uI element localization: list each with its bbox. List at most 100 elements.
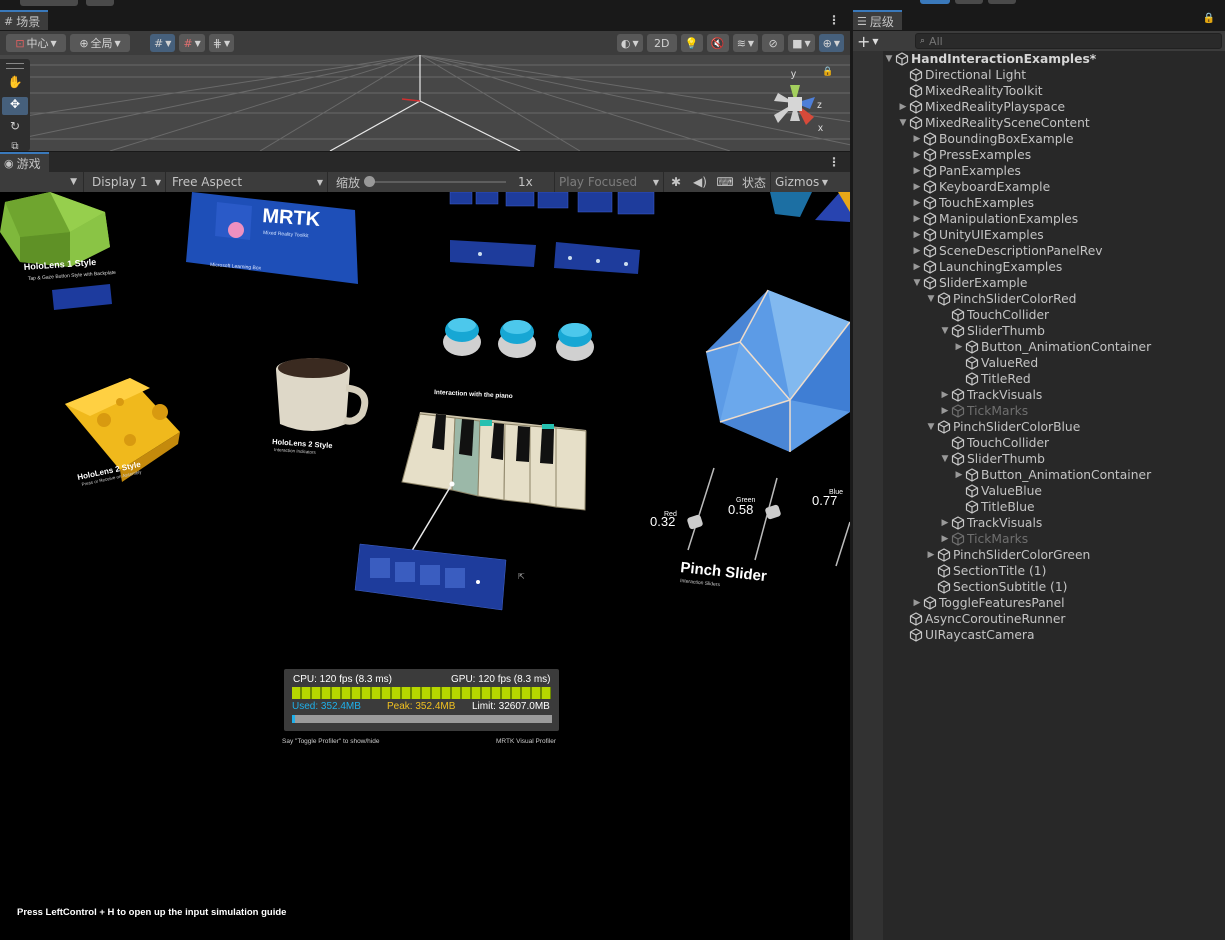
mute-audio-button[interactable]: ◀) [688,175,712,189]
hierarchy-item[interactable]: SectionSubtitle (1) [925,579,1067,595]
expand-right-icon[interactable]: ▶ [911,166,923,176]
expand-right-icon[interactable]: ▶ [939,390,951,400]
lock-icon[interactable]: 🔒 [1203,13,1215,24]
lighting-toggle-button[interactable]: 💡 [680,34,703,52]
hierarchy-item[interactable]: TouchCollider [939,307,1049,323]
hierarchy-item[interactable]: TitleBlue [953,499,1035,515]
hierarchy-item[interactable]: ▶ PanExamples [911,163,1021,179]
hand-tool-button[interactable]: ✋ [2,75,28,93]
hierarchy-item[interactable]: ▼ SliderThumb [939,451,1045,467]
shortcuts-button[interactable]: ⌨ [712,175,738,189]
hierarchy-item[interactable]: MixedRealityToolkit [897,83,1043,99]
hierarchy-item[interactable]: ▼ SliderThumb [939,323,1045,339]
audio-toggle-button[interactable]: 🔇 [706,34,729,52]
expand-right-icon[interactable]: ▶ [911,134,923,144]
hierarchy-item[interactable]: UIRaycastCamera [897,627,1035,643]
hierarchy-item[interactable]: TouchCollider [939,435,1049,451]
hierarchy-item[interactable]: ▶ Button_AnimationContainer [953,467,1152,483]
camera-dropdown[interactable]: ■ ▼ [788,34,815,52]
effects-dropdown[interactable]: ≋ ▼ [732,34,759,52]
toolbar-button[interactable] [920,0,950,4]
toolbar-button[interactable] [20,0,78,6]
game-viewport[interactable]: HoloLens 1 Style Tap & Gaze Button Style… [0,192,850,940]
tab-game[interactable]: ◉ 游戏 [0,152,49,172]
expand-down-icon[interactable]: ▼ [925,294,937,304]
game-mode-dropdown[interactable]: ▼ [0,172,84,192]
gizmos-dropdown[interactable]: ⊕ ▼ [818,34,844,52]
hierarchy-item[interactable]: ▶ Button_AnimationContainer [953,339,1152,355]
scene-viewport[interactable]: y z x 🔒 ✋ ✥ ↻ ⧉ [0,55,850,151]
expand-right-icon[interactable]: ▶ [911,262,923,272]
grid-snap-button[interactable]: # ▼ [150,34,176,52]
expand-down-icon[interactable]: ▼ [925,422,937,432]
expand-down-icon[interactable]: ▼ [883,54,895,64]
expand-right-icon[interactable]: ▶ [953,470,965,480]
hierarchy-item[interactable]: ▼ HandInteractionExamples* [883,51,1097,67]
display-dropdown[interactable]: Display 1 ▼ [84,172,166,192]
frame-debugger-button[interactable]: ✱ [664,175,688,189]
hierarchy-item[interactable]: ValueRed [953,355,1038,371]
increment-snap-button[interactable]: # ▼ [179,34,205,52]
hierarchy-item[interactable]: ▶ UnityUIExamples [911,227,1044,243]
hierarchy-item[interactable]: ▶ TrackVisuals [939,387,1043,403]
hierarchy-search-field[interactable]: ⌕ [915,33,1222,49]
hierarchy-item[interactable]: ▶ TickMarks [939,403,1029,419]
hierarchy-item[interactable]: ▼ MixedRealitySceneContent [897,115,1090,131]
hierarchy-item[interactable]: ▶ LaunchingExamples [911,259,1063,275]
expand-right-icon[interactable]: ▶ [911,598,923,608]
tab-hierarchy[interactable]: ☰ 层级 [853,10,902,30]
hierarchy-item[interactable]: ▶ PressExamples [911,147,1032,163]
hierarchy-item[interactable]: ▶ SceneDescriptionPanelRev [911,243,1103,259]
2d-toggle-button[interactable]: 2D [646,34,677,52]
expand-down-icon[interactable]: ▼ [939,454,951,464]
expand-right-icon[interactable]: ▶ [911,230,923,240]
hierarchy-item[interactable]: AsyncCoroutineRunner [897,611,1065,627]
toolbar-button[interactable] [988,0,1016,4]
hierarchy-item[interactable]: ▼ PinchSliderColorRed [925,291,1077,307]
more-menu-icon[interactable]: ⋮ [828,155,840,169]
lock-icon[interactable]: 🔒 [822,67,833,77]
gizmos-button[interactable]: Gizmos ▼ [770,172,834,192]
hierarchy-item[interactable]: ▼ SliderExample [911,275,1028,291]
expand-right-icon[interactable]: ▶ [911,150,923,160]
hierarchy-item[interactable]: Directional Light [897,67,1026,83]
search-input[interactable] [929,34,1210,48]
rotate-tool-button[interactable]: ↻ [2,119,28,137]
expand-right-icon[interactable]: ▶ [897,102,909,112]
hierarchy-item[interactable]: ▶ TickMarks [939,531,1029,547]
hierarchy-item[interactable]: SectionTitle (1) [925,563,1046,579]
draw-mode-dropdown[interactable]: ◐ ▼ [616,34,643,52]
hierarchy-item[interactable]: ▶ ToggleFeaturesPanel [911,595,1065,611]
expand-down-icon[interactable]: ▼ [939,326,951,336]
expand-right-icon[interactable]: ▶ [911,246,923,256]
hierarchy-item[interactable]: ▶ PinchSliderColorGreen [925,547,1091,563]
expand-right-icon[interactable]: ▶ [939,406,951,416]
expand-right-icon[interactable]: ▶ [953,342,965,352]
expand-right-icon[interactable]: ▶ [939,518,951,528]
aspect-dropdown[interactable]: Free Aspect ▼ [166,172,328,192]
create-dropdown[interactable]: + ▼ [857,32,887,51]
expand-right-icon[interactable]: ▶ [939,534,951,544]
space-dropdown[interactable]: ⊕ 全局 ▼ [70,34,130,52]
more-menu-icon[interactable]: ⋮ [828,13,840,27]
toolbar-button[interactable] [955,0,983,4]
hierarchy-item[interactable]: ▶ BoundingBoxExample [911,131,1074,147]
move-tool-button[interactable]: ✥ [2,97,28,115]
hidden-objects-button[interactable]: ⊘ [762,34,785,52]
stats-button[interactable]: 状态 [738,174,770,191]
hierarchy-item[interactable]: TitleRed [953,371,1031,387]
expand-right-icon[interactable]: ▶ [911,198,923,208]
expand-right-icon[interactable]: ▶ [925,550,937,560]
expand-down-icon[interactable]: ▼ [897,118,909,128]
tab-scene[interactable]: # 场景 [0,10,49,30]
hierarchy-item[interactable]: ▼ PinchSliderColorBlue [925,419,1081,435]
scale-slider[interactable] [364,176,507,187]
slider-thumb[interactable] [364,176,376,187]
hierarchy-item[interactable]: ▶ KeyboardExample [911,179,1051,195]
hierarchy-item[interactable]: ▶ TouchExamples [911,195,1035,211]
expand-right-icon[interactable]: ▶ [911,182,923,192]
play-mode-dropdown[interactable]: Play Focused ▼ [554,172,664,192]
orientation-gizmo[interactable]: y z x 🔒 [760,65,833,145]
expand-right-icon[interactable]: ▶ [911,214,923,224]
hierarchy-item[interactable]: ▶ ManipulationExamples [911,211,1079,227]
